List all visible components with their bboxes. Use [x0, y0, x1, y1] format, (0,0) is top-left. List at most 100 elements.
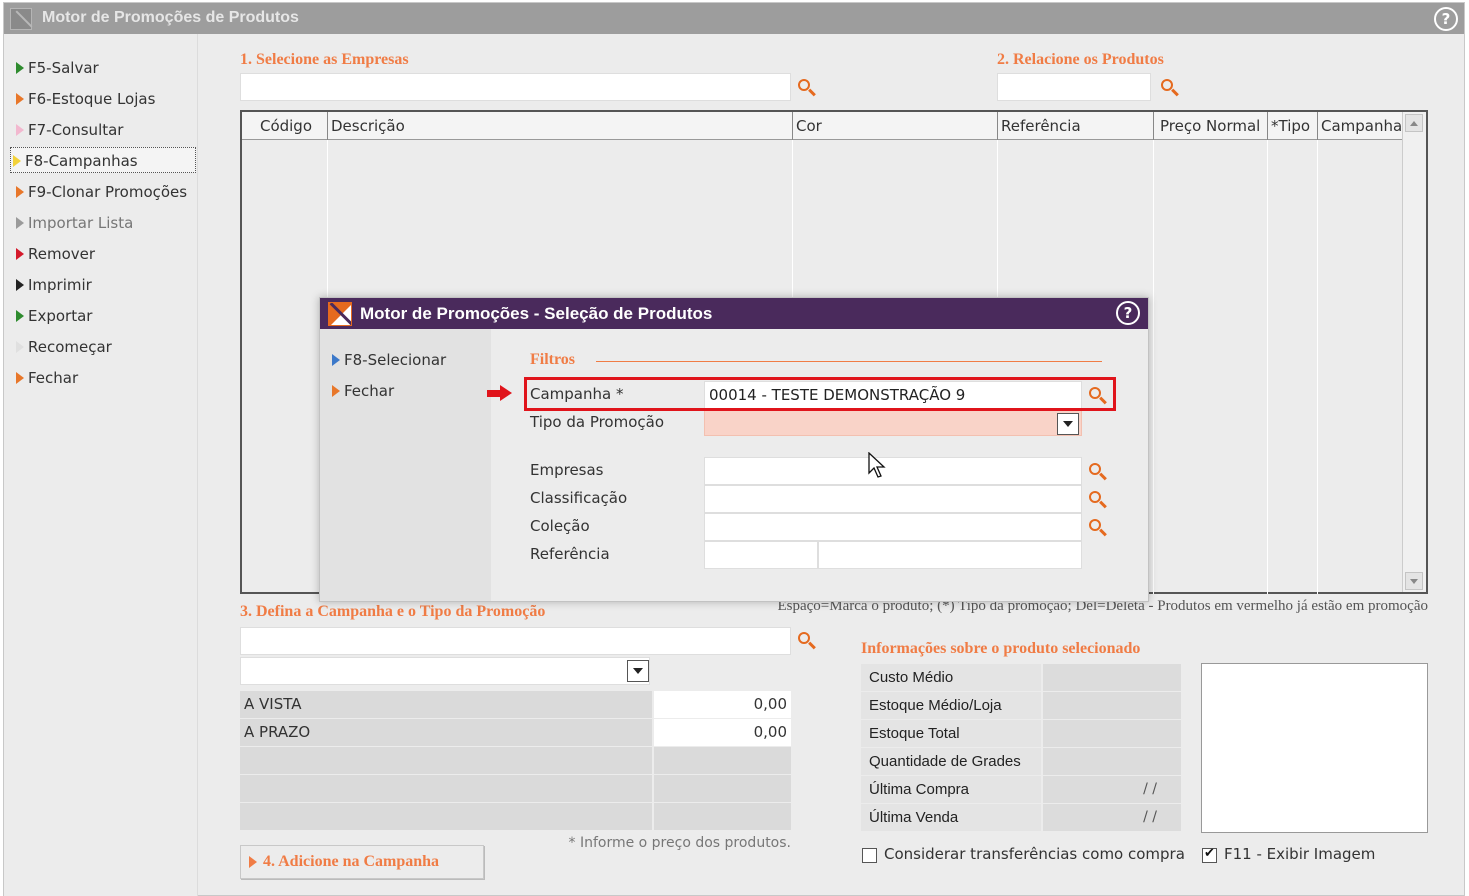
annotation-arrow-icon	[487, 385, 513, 401]
column-header-descricao[interactable]: Descrição	[328, 112, 793, 140]
produtos-input[interactable]	[997, 73, 1151, 101]
table-row: A PRAZO 0,00	[240, 719, 791, 747]
sidebar-item-recomecar[interactable]: Recomeçar	[10, 334, 196, 360]
help-icon[interactable]: ?	[1434, 7, 1458, 31]
dialog-fechar-label: Fechar	[344, 382, 395, 400]
sidebar-item-label: F9-Clonar Promoções	[28, 183, 188, 201]
info-row-quantidade-grades: Quantidade de Grades	[861, 748, 1181, 775]
info-label: Última Compra	[861, 776, 1041, 803]
dialog-referencia-input[interactable]	[704, 541, 818, 569]
sidebar-item-label: Exportar	[28, 307, 93, 325]
grid-scrollbar[interactable]	[1402, 112, 1426, 592]
search-icon[interactable]	[1088, 490, 1108, 510]
mouse-cursor-icon	[868, 452, 886, 478]
dialog-referencia-desc-input[interactable]	[818, 541, 1082, 569]
price-label	[240, 775, 652, 802]
sidebar-item-exportar[interactable]: Exportar	[10, 303, 196, 329]
add-to-campaign-button[interactable]: 4. Adicione na Campanha	[240, 845, 484, 879]
app-logo-icon	[328, 302, 352, 326]
play-icon	[332, 354, 340, 366]
sidebar-item-label: F6-Estoque Lojas	[28, 90, 156, 108]
sidebar-item-remover[interactable]: Remover	[10, 241, 196, 267]
info-value	[1043, 692, 1181, 719]
table-row: A VISTA 0,00	[240, 691, 791, 719]
search-icon[interactable]	[1088, 462, 1108, 482]
play-icon	[13, 155, 21, 167]
sidebar-item-label: F7-Consultar	[28, 121, 124, 139]
sidebar-item-label: Fechar	[28, 369, 79, 387]
chevron-down-icon[interactable]	[627, 660, 649, 682]
dialog-empresas-input[interactable]	[704, 457, 1082, 485]
info-value: / /	[1043, 804, 1181, 831]
play-icon	[16, 248, 24, 260]
dialog-selecionar-button[interactable]: F8-Selecionar	[326, 347, 486, 373]
price-value	[654, 747, 791, 774]
sidebar-item-estoque-lojas[interactable]: F6-Estoque Lojas	[10, 86, 196, 112]
info-label: Última Venda	[861, 804, 1041, 831]
play-icon	[16, 341, 24, 353]
annotation-highlight-box	[524, 377, 1116, 411]
column-header-tipo[interactable]: *Tipo	[1268, 112, 1318, 140]
dialog-colecao-input[interactable]	[704, 513, 1082, 541]
search-icon[interactable]	[797, 631, 817, 651]
tipo-promocao-select[interactable]	[240, 657, 650, 685]
column-divider	[1153, 140, 1154, 594]
show-image-checkbox[interactable]	[1202, 846, 1217, 863]
dialog-classificacao-input[interactable]	[704, 485, 1082, 513]
section-2-title: 2. Relacione os Produtos	[997, 51, 1164, 68]
empresas-input[interactable]	[240, 73, 791, 101]
column-header-referencia[interactable]: Referência	[998, 112, 1154, 140]
section-1-title: 1. Selecione as Empresas	[240, 51, 409, 68]
column-header-campanha[interactable]: Campanha	[1318, 112, 1402, 140]
show-image-label: F11 - Exibir Imagem	[1224, 845, 1376, 863]
play-icon	[249, 856, 257, 868]
info-label: Quantidade de Grades	[861, 748, 1041, 775]
dialog-titlebar: Motor de Promoções - Seleção de Produtos…	[320, 298, 1148, 329]
search-icon[interactable]	[1088, 518, 1108, 538]
sidebar-item-imprimir[interactable]: Imprimir	[10, 272, 196, 298]
grid-header: Código Descrição Cor Referência Preço No…	[242, 112, 1402, 140]
price-label	[240, 803, 652, 830]
sidebar: F5-Salvar F6-Estoque Lojas F7-Consultar …	[4, 34, 198, 896]
consider-transfers-checkbox[interactable]	[862, 848, 877, 863]
info-row-estoque-total: Estoque Total	[861, 720, 1181, 747]
window-title: Motor de Promoções de Produtos	[42, 9, 299, 26]
play-icon	[16, 186, 24, 198]
sidebar-item-fechar[interactable]: Fechar	[10, 365, 196, 391]
price-value	[654, 803, 791, 830]
search-icon[interactable]	[1160, 78, 1180, 98]
dialog-selecionar-label: F8-Selecionar	[344, 351, 447, 369]
column-header-preco-normal[interactable]: Preço Normal	[1154, 112, 1268, 140]
column-header-cor[interactable]: Cor	[793, 112, 998, 140]
dialog-tipo-promocao-select[interactable]	[704, 410, 1082, 436]
sidebar-item-campanhas[interactable]: F8-Campanhas	[10, 147, 196, 173]
sidebar-item-consultar[interactable]: F7-Consultar	[10, 117, 196, 143]
price-value	[654, 775, 791, 802]
price-a-vista-input[interactable]: 0,00	[654, 691, 791, 718]
campanha-input[interactable]	[240, 627, 791, 655]
price-a-prazo-input[interactable]: 0,00	[654, 719, 791, 746]
sidebar-item-salvar[interactable]: F5-Salvar	[10, 55, 196, 81]
scroll-up-button[interactable]	[1405, 114, 1423, 132]
sidebar-item-label: Importar Lista	[28, 214, 134, 232]
dialog-fechar-button[interactable]: Fechar	[326, 378, 486, 404]
price-label	[240, 747, 652, 774]
sidebar-item-label: Recomeçar	[28, 338, 112, 356]
scroll-down-button[interactable]	[1405, 572, 1423, 590]
info-value	[1043, 664, 1181, 691]
chevron-down-icon[interactable]	[1057, 413, 1079, 435]
sidebar-item-clonar-promocoes[interactable]: F9-Clonar Promoções	[10, 179, 196, 205]
column-divider	[1267, 140, 1268, 594]
search-icon[interactable]	[797, 78, 817, 98]
consider-transfers-label: Considerar transferências como compra	[884, 845, 1185, 863]
help-icon[interactable]: ?	[1116, 301, 1140, 325]
dialog-title: Motor de Promoções - Seleção de Produtos	[360, 304, 713, 323]
sidebar-item-label: F8-Campanhas	[25, 152, 138, 170]
play-icon	[16, 62, 24, 74]
column-header-codigo[interactable]: Código	[242, 112, 328, 140]
sidebar-item-importar-lista[interactable]: Importar Lista	[10, 210, 196, 236]
play-icon	[16, 310, 24, 322]
info-value: / /	[1043, 776, 1181, 803]
classificacao-label: Classificação	[530, 489, 628, 507]
info-value	[1043, 748, 1181, 775]
